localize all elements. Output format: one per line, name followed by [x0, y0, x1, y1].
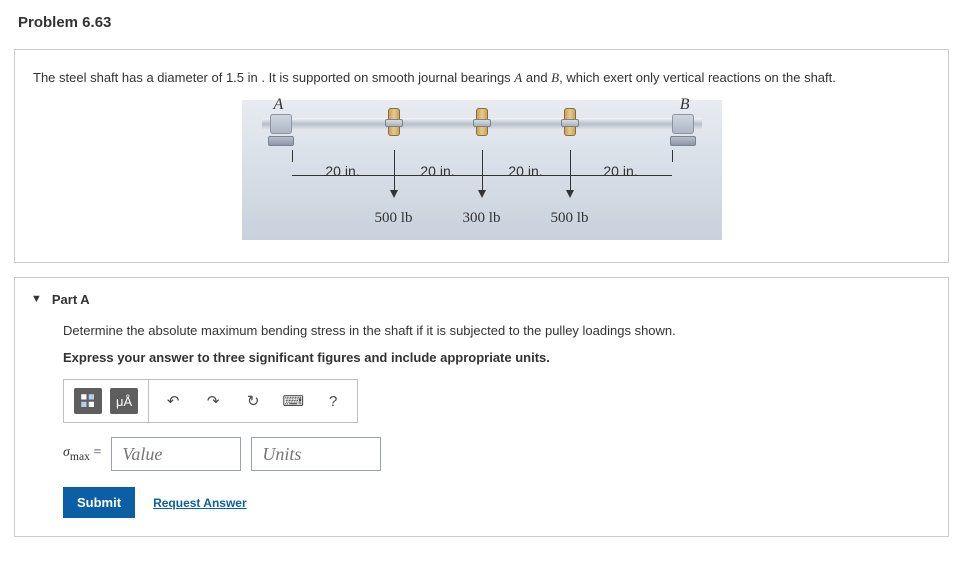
diameter: 1.5 in [226, 70, 258, 85]
stmt-mid: . It is supported on smooth journal bear… [258, 70, 515, 85]
dim-label: 20 in. [292, 163, 394, 179]
answer-row: σmax = [63, 437, 918, 471]
bearing-a [268, 114, 294, 150]
label-b-inline: B [551, 70, 559, 85]
problem-title: Problem 6.63 [0, 0, 963, 45]
reset-icon[interactable]: ↻ [239, 388, 267, 414]
help-icon[interactable]: ? [319, 388, 347, 414]
problem-statement: The steel shaft has a diameter of 1.5 in… [15, 50, 948, 100]
units-format-button[interactable]: μÅ [110, 388, 138, 414]
part-body: Determine the absolute maximum bending s… [15, 315, 948, 537]
request-answer-link[interactable]: Request Answer [153, 496, 247, 510]
load-arrow [482, 160, 483, 196]
part-panel: ▼ Part A Determine the absolute maximum … [14, 277, 949, 538]
undo-icon[interactable]: ↶ [159, 388, 187, 414]
stmt-and: and [522, 70, 551, 85]
stmt-suf: , which exert only vertical reactions on… [559, 70, 836, 85]
dim-label: 20 in. [482, 163, 570, 179]
keyboard-icon[interactable]: ⌨ [279, 388, 307, 414]
load-label: 500 lb [354, 210, 434, 227]
sub-max: max [70, 450, 90, 463]
point-b-label: B [680, 96, 690, 114]
sigma: σ [63, 445, 70, 460]
submit-button[interactable]: Submit [63, 487, 135, 518]
redo-icon[interactable]: ↷ [199, 388, 227, 414]
shaft-diagram: A B 20 in. 20 in. 20 in. 20 in. 500 [242, 100, 722, 240]
question-text: Determine the absolute maximum bending s… [63, 321, 918, 341]
templates-icon[interactable] [74, 388, 102, 414]
question-instruction: Express your answer to three significant… [63, 350, 918, 365]
answer-toolbar: μÅ ↶ ↷ ↻ ⌨ ? [63, 379, 358, 423]
dim-label: 20 in. [570, 163, 672, 179]
tick [672, 150, 673, 162]
stmt-pre: The steel shaft has a diameter of [33, 70, 226, 85]
part-header[interactable]: ▼ Part A [15, 278, 948, 315]
pulley-3 [564, 108, 576, 140]
dim-label: 20 in. [394, 163, 482, 179]
tick [292, 150, 293, 162]
value-input[interactable] [111, 437, 241, 471]
pulley-2 [476, 108, 488, 140]
point-a-label: A [274, 96, 284, 114]
part-title: Part A [52, 292, 90, 307]
diagram-wrap: A B 20 in. 20 in. 20 in. 20 in. 500 [15, 100, 948, 262]
problem-panel: The steel shaft has a diameter of 1.5 in… [14, 49, 949, 263]
load-label: 300 lb [442, 210, 522, 227]
pulley-1 [388, 108, 400, 140]
chevron-down-icon: ▼ [31, 293, 42, 305]
submit-row: Submit Request Answer [63, 487, 918, 518]
units-input[interactable] [251, 437, 381, 471]
bearing-b [670, 114, 696, 150]
variable-symbol: σmax = [63, 445, 101, 463]
load-arrow [394, 160, 395, 196]
load-arrow [570, 160, 571, 196]
load-label: 500 lb [530, 210, 610, 227]
